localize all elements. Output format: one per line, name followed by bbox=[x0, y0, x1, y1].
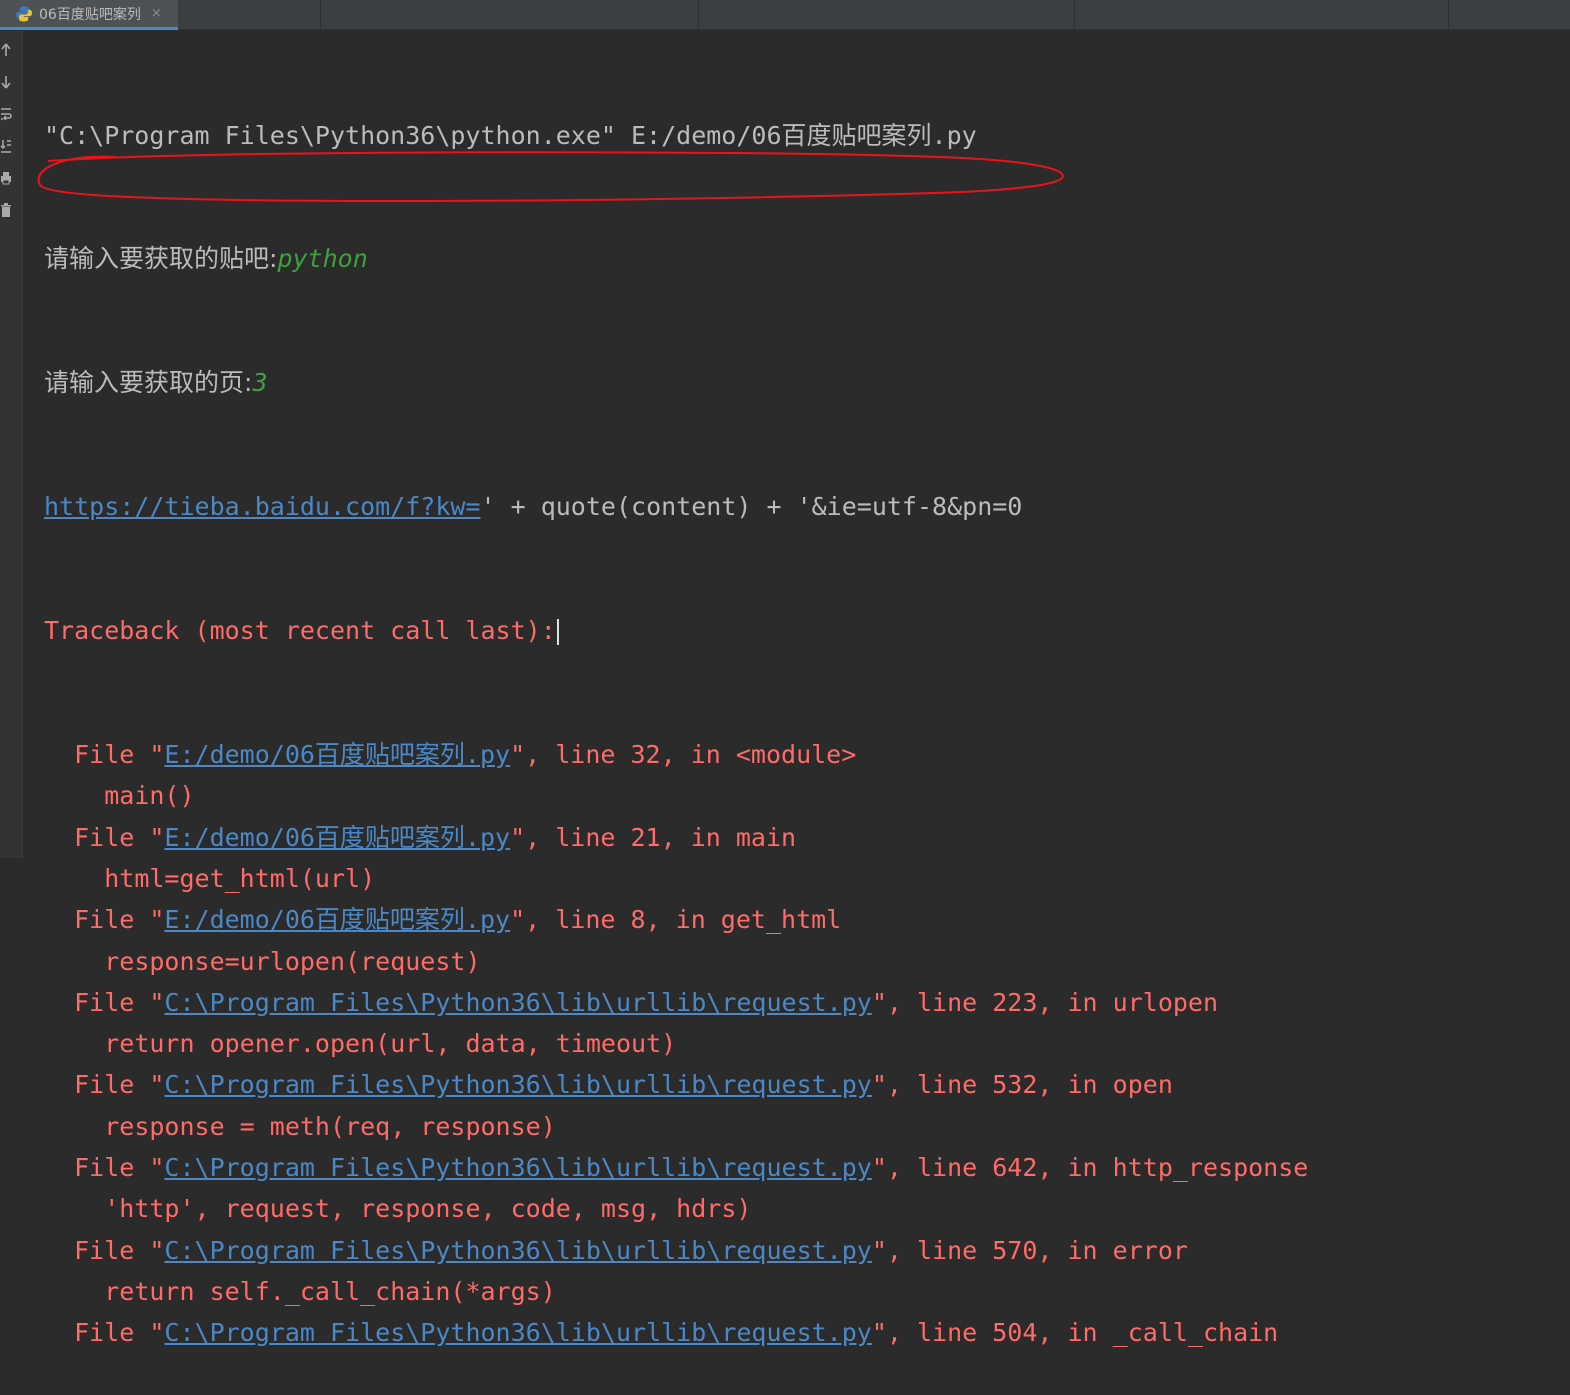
traceback-code-line: return self._call_chain(*args) bbox=[44, 1271, 1570, 1312]
frame-location: ", line 504, in _call_chain bbox=[871, 1318, 1279, 1348]
file-link[interactable]: C:\Program Files\Python36\lib\urllib\req… bbox=[164, 1236, 871, 1265]
user-input: python bbox=[277, 244, 368, 274]
prompt-line: 请输入要获取的页:3 bbox=[44, 362, 1570, 403]
traceback-code-line: 'http', request, response, code, msg, hd… bbox=[44, 1188, 1570, 1229]
code-text: return self._call_chain(*args) bbox=[104, 1276, 556, 1306]
frame-location: ", line 21, in main bbox=[510, 822, 797, 852]
traceback-code-line: main() bbox=[44, 775, 1570, 816]
traceback-header: Traceback (most recent call last): bbox=[44, 610, 1570, 651]
traceback-file-line: File "E:/demo/06百度贴吧案列.py", line 8, in g… bbox=[44, 899, 1570, 940]
file-link[interactable]: C:\Program Files\Python36\lib\urllib\req… bbox=[164, 1318, 871, 1347]
console-toolbar bbox=[0, 31, 23, 858]
user-input: 3 bbox=[252, 368, 268, 398]
traceback-file-line: File "E:/demo/06百度贴吧案列.py", line 32, in … bbox=[44, 734, 1570, 775]
trash-icon[interactable] bbox=[0, 202, 12, 218]
tab-separator bbox=[1448, 0, 1449, 30]
file-link[interactable]: E:/demo/06百度贴吧案列.py bbox=[164, 823, 510, 852]
traceback-code-line: return opener.open(url, data, timeout) bbox=[44, 1023, 1570, 1064]
file-prefix: File " bbox=[74, 1153, 165, 1183]
traceback-file-line: File "C:\Program Files\Python36\lib\urll… bbox=[44, 1147, 1570, 1188]
traceback-code-line: html=get_html(url) bbox=[44, 858, 1570, 899]
tab-06-tieba[interactable]: 06百度贴吧案列 × bbox=[0, 0, 178, 30]
file-link[interactable]: C:\Program Files\Python36\lib\urllib\req… bbox=[164, 988, 871, 1017]
url-expression: ' + quote(content) + '&ie=utf-8&pn=0 bbox=[480, 492, 1023, 522]
scroll-down-icon[interactable] bbox=[0, 74, 12, 90]
url-link[interactable]: https://tieba.baidu.com/f?kw= bbox=[44, 492, 481, 521]
command-text: "C:\Program Files\Python36\python.exe" E… bbox=[44, 120, 977, 150]
code-text: main() bbox=[104, 781, 195, 811]
traceback-file-line: File "C:\Program Files\Python36\lib\urll… bbox=[44, 1312, 1570, 1353]
file-prefix: File " bbox=[74, 822, 165, 852]
file-prefix: File " bbox=[74, 1235, 165, 1265]
url-output-line: https://tieba.baidu.com/f?kw=' + quote(c… bbox=[44, 486, 1570, 527]
frame-location: ", line 642, in http_response bbox=[871, 1153, 1309, 1183]
file-link[interactable]: C:\Program Files\Python36\lib\urllib\req… bbox=[164, 1153, 871, 1182]
file-prefix: File " bbox=[74, 1070, 165, 1100]
file-link[interactable]: E:/demo/06百度贴吧案列.py bbox=[164, 905, 510, 934]
soft-wrap-icon[interactable] bbox=[0, 106, 12, 122]
code-text: response = meth(req, response) bbox=[104, 1111, 556, 1141]
editor-tab-bar: 06百度贴吧案列 × bbox=[0, 0, 1570, 30]
file-link[interactable]: E:/demo/06百度贴吧案列.py bbox=[164, 740, 510, 769]
traceback-file-line: File "C:\Program Files\Python36\lib\urll… bbox=[44, 982, 1570, 1023]
prompt-text: 请输入要获取的贴吧: bbox=[44, 244, 278, 274]
close-icon[interactable]: × bbox=[151, 6, 162, 21]
command-line: "C:\Program Files\Python36\python.exe" E… bbox=[44, 115, 1570, 156]
file-prefix: File " bbox=[74, 905, 165, 935]
code-text: return opener.open(url, data, timeout) bbox=[104, 1029, 677, 1059]
tab-separator bbox=[1074, 0, 1075, 30]
text-cursor bbox=[556, 619, 559, 646]
traceback-file-line: File "C:\Program Files\Python36\lib\urll… bbox=[44, 1230, 1570, 1271]
frame-location: ", line 532, in open bbox=[871, 1070, 1173, 1100]
print-icon[interactable] bbox=[0, 170, 12, 186]
traceback-text: Traceback (most recent call last): bbox=[44, 616, 556, 646]
prompt-text: 请输入要获取的页: bbox=[44, 368, 253, 398]
frame-location: ", line 32, in <module> bbox=[510, 740, 857, 770]
traceback-file-line: File "E:/demo/06百度贴吧案列.py", line 21, in … bbox=[44, 817, 1570, 858]
scroll-to-end-icon[interactable] bbox=[0, 138, 12, 154]
frame-location: ", line 8, in get_html bbox=[510, 905, 842, 935]
tab-label: 06百度贴吧案列 bbox=[39, 6, 141, 23]
python-file-icon bbox=[15, 5, 33, 23]
tab-separator bbox=[698, 0, 699, 30]
frame-location: ", line 223, in urlopen bbox=[871, 987, 1219, 1017]
run-console-output[interactable]: "C:\Program Files\Python36\python.exe" E… bbox=[44, 32, 1570, 1348]
traceback-frames: File "E:/demo/06百度贴吧案列.py", line 32, in … bbox=[44, 734, 1570, 1353]
file-prefix: File " bbox=[74, 987, 165, 1017]
prompt-line: 请输入要获取的贴吧:python bbox=[44, 238, 1570, 279]
frame-location: ", line 570, in error bbox=[871, 1235, 1188, 1265]
file-prefix: File " bbox=[74, 740, 165, 770]
code-text: response=urlopen(request) bbox=[104, 946, 481, 976]
tab-separator bbox=[320, 0, 321, 30]
code-text: 'http', request, response, code, msg, hd… bbox=[104, 1194, 752, 1224]
scroll-up-icon[interactable] bbox=[0, 42, 12, 58]
file-prefix: File " bbox=[74, 1318, 165, 1348]
code-text: html=get_html(url) bbox=[104, 863, 376, 893]
traceback-code-line: response=urlopen(request) bbox=[44, 941, 1570, 982]
traceback-file-line: File "C:\Program Files\Python36\lib\urll… bbox=[44, 1064, 1570, 1105]
traceback-code-line: response = meth(req, response) bbox=[44, 1106, 1570, 1147]
file-link[interactable]: C:\Program Files\Python36\lib\urllib\req… bbox=[164, 1070, 871, 1099]
